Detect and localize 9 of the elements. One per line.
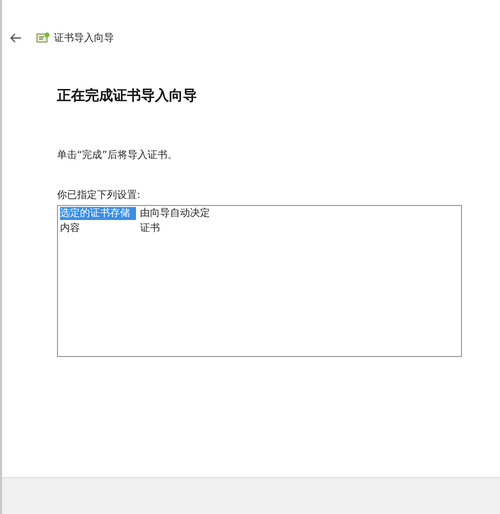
back-arrow-icon[interactable] — [10, 33, 22, 43]
setting-value: 证书 — [140, 222, 160, 235]
setting-value: 由向导自动决定 — [140, 207, 210, 220]
window-title: 证书导入向导 — [54, 32, 114, 45]
instruction-text: 单击“完成”后将导入证书。 — [57, 148, 178, 162]
setting-name[interactable]: 内容 — [60, 222, 136, 235]
page-heading: 正在完成证书导入向导 — [57, 87, 198, 105]
certificate-icon — [36, 31, 50, 45]
settings-label: 你已指定下列设置: — [57, 188, 142, 202]
